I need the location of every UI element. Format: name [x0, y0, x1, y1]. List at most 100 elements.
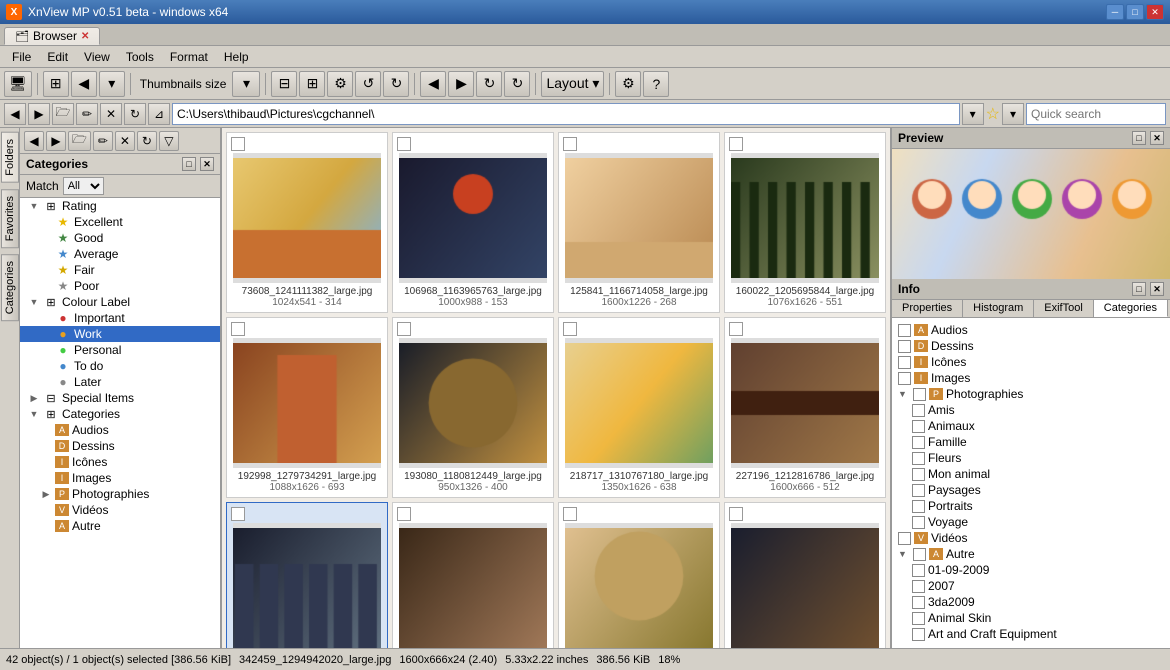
- tb-back-button[interactable]: ◀: [71, 71, 97, 97]
- maximize-button[interactable]: □: [1126, 4, 1144, 20]
- cat-paysages-checkbox[interactable]: [912, 484, 925, 497]
- thumb-item-6[interactable]: 218717_1310767180_large.jpg1350x1626 - 6…: [558, 317, 720, 498]
- tb-settings-button[interactable]: ⚙: [327, 71, 353, 97]
- cat-01092009-checkbox[interactable]: [912, 564, 925, 577]
- info-restore-button[interactable]: □: [1132, 282, 1146, 296]
- thumb-checkbox-5[interactable]: [397, 322, 411, 336]
- sidebar-tab-categories[interactable]: Categories: [1, 254, 19, 321]
- tree-important[interactable]: ● Important: [20, 310, 220, 326]
- info-close-button[interactable]: ✕: [1150, 282, 1164, 296]
- tb-filter-button[interactable]: ⊞: [299, 71, 325, 97]
- menu-edit[interactable]: Edit: [39, 48, 76, 66]
- thumb-item-4[interactable]: 192998_1279734291_large.jpg1088x1626 - 6…: [226, 317, 388, 498]
- tree-good[interactable]: ★ Good: [20, 230, 220, 246]
- ft-edit-button[interactable]: ✏: [93, 131, 113, 151]
- thumb-checkbox-3[interactable]: [729, 137, 743, 151]
- search-input[interactable]: [1026, 103, 1166, 125]
- match-select[interactable]: All Any: [63, 177, 104, 195]
- thumb-checkbox-0[interactable]: [231, 137, 245, 151]
- thumb-checkbox-9[interactable]: [397, 507, 411, 521]
- tree-todo[interactable]: ● To do: [20, 358, 220, 374]
- menu-format[interactable]: Format: [162, 48, 216, 66]
- cat-images[interactable]: I Images: [896, 370, 1166, 386]
- sidebar-tab-folders[interactable]: Folders: [1, 132, 19, 183]
- tree-special[interactable]: ▶ ⊟ Special Items: [20, 390, 220, 406]
- cat-mon-animal-checkbox[interactable]: [912, 468, 925, 481]
- cat-amis[interactable]: Amis: [896, 402, 1166, 418]
- thumb-checkbox-10[interactable]: [563, 507, 577, 521]
- tree-work[interactable]: ● Work: [20, 326, 220, 342]
- thumb-checkbox-7[interactable]: [729, 322, 743, 336]
- cat-icones-checkbox[interactable]: [898, 356, 911, 369]
- cat-3da2009[interactable]: 3da2009: [896, 594, 1166, 610]
- menu-help[interactable]: Help: [216, 48, 257, 66]
- cat-videos-checkbox[interactable]: [898, 532, 911, 545]
- tb-size-dropdown[interactable]: ▾: [232, 71, 260, 97]
- menu-view[interactable]: View: [76, 48, 118, 66]
- addr-edit-button[interactable]: ✏: [76, 103, 98, 125]
- tree-personal[interactable]: ● Personal: [20, 342, 220, 358]
- minimize-button[interactable]: ─: [1106, 4, 1124, 20]
- ft-back-button[interactable]: ◀: [24, 131, 44, 151]
- cat-famille[interactable]: Famille: [896, 434, 1166, 450]
- thumb-item-7[interactable]: 227196_1212816786_large.jpg1600x666 - 51…: [724, 317, 886, 498]
- cat-amis-checkbox[interactable]: [912, 404, 925, 417]
- tree-categories-group[interactable]: ▼ ⊞ Categories: [20, 406, 220, 422]
- tb-refresh-button[interactable]: ↻: [476, 71, 502, 97]
- cat-voyage-checkbox[interactable]: [912, 516, 925, 529]
- tree-colour-group[interactable]: ▼ ⊞ Colour Label: [20, 294, 220, 310]
- thumb-item-11[interactable]: [724, 502, 886, 648]
- menu-tools[interactable]: Tools: [118, 48, 162, 66]
- cat-famille-checkbox[interactable]: [912, 436, 925, 449]
- thumb-checkbox-11[interactable]: [729, 507, 743, 521]
- tab-close-button[interactable]: ✕: [81, 31, 89, 42]
- panel-restore-button[interactable]: □: [182, 157, 196, 171]
- thumb-checkbox-4[interactable]: [231, 322, 245, 336]
- tree-excellent[interactable]: ★ Excellent: [20, 214, 220, 230]
- browser-tab[interactable]: 🗂 Browser ✕: [4, 27, 100, 45]
- cat-audios-checkbox[interactable]: [898, 324, 911, 337]
- cat-autre-checkbox[interactable]: [913, 548, 926, 561]
- panel-close-button[interactable]: ✕: [200, 157, 214, 171]
- sidebar-tab-favorites[interactable]: Favorites: [1, 189, 19, 248]
- addr-path-dropdown[interactable]: ▾: [962, 103, 984, 125]
- cat-portraits[interactable]: Portraits: [896, 498, 1166, 514]
- addr-star-dropdown[interactable]: ▾: [1002, 103, 1024, 125]
- cat-animaux-checkbox[interactable]: [912, 420, 925, 433]
- tb-nav-button[interactable]: ⊟: [271, 71, 297, 97]
- ft-folder-button[interactable]: 🗁: [68, 131, 91, 151]
- ft-forward-button[interactable]: ▶: [46, 131, 66, 151]
- cat-dessins-checkbox[interactable]: [898, 340, 911, 353]
- thumb-item-3[interactable]: 160022_1205695844_large.jpg1076x1626 - 5…: [724, 132, 886, 313]
- thumb-item-10[interactable]: [558, 502, 720, 648]
- cat-2007-checkbox[interactable]: [912, 580, 925, 593]
- addr-delete-button[interactable]: ✕: [100, 103, 122, 125]
- tree-cat-autre[interactable]: A Autre: [20, 518, 220, 534]
- cat-animaux[interactable]: Animaux: [896, 418, 1166, 434]
- cat-2007[interactable]: 2007: [896, 578, 1166, 594]
- ft-filter-icon[interactable]: ▽: [159, 131, 179, 151]
- tree-fair[interactable]: ★ Fair: [20, 262, 220, 278]
- cat-photographies-group[interactable]: ▼ P Photographies: [896, 386, 1166, 402]
- cat-animal-skin-checkbox[interactable]: [912, 612, 925, 625]
- cat-fleurs-checkbox[interactable]: [912, 452, 925, 465]
- cat-paysages[interactable]: Paysages: [896, 482, 1166, 498]
- tree-cat-audios[interactable]: A Audios: [20, 422, 220, 438]
- cat-photos-checkbox[interactable]: [913, 388, 926, 401]
- thumb-item-8[interactable]: 342459_1294942020_large.jpg: [226, 502, 388, 648]
- tb-rotate-left-button[interactable]: ↺: [355, 71, 381, 97]
- cat-01-09-2009[interactable]: 01-09-2009: [896, 562, 1166, 578]
- thumb-item-0[interactable]: 73608_1241111382_large.jpg1024x541 - 314: [226, 132, 388, 313]
- ft-delete-button[interactable]: ✕: [115, 131, 135, 151]
- path-input[interactable]: [172, 103, 960, 125]
- addr-refresh-button[interactable]: ↻: [124, 103, 146, 125]
- tab-categories[interactable]: Categories: [1094, 300, 1168, 317]
- cat-images-checkbox[interactable]: [898, 372, 911, 385]
- cat-portraits-checkbox[interactable]: [912, 500, 925, 513]
- cat-icones[interactable]: I Icônes: [896, 354, 1166, 370]
- addr-back-button[interactable]: ◀: [4, 103, 26, 125]
- thumb-checkbox-2[interactable]: [563, 137, 577, 151]
- tree-cat-videos[interactable]: V Vidéos: [20, 502, 220, 518]
- tb-help-button[interactable]: ?: [643, 71, 669, 97]
- tb-next-button[interactable]: ▶: [448, 71, 474, 97]
